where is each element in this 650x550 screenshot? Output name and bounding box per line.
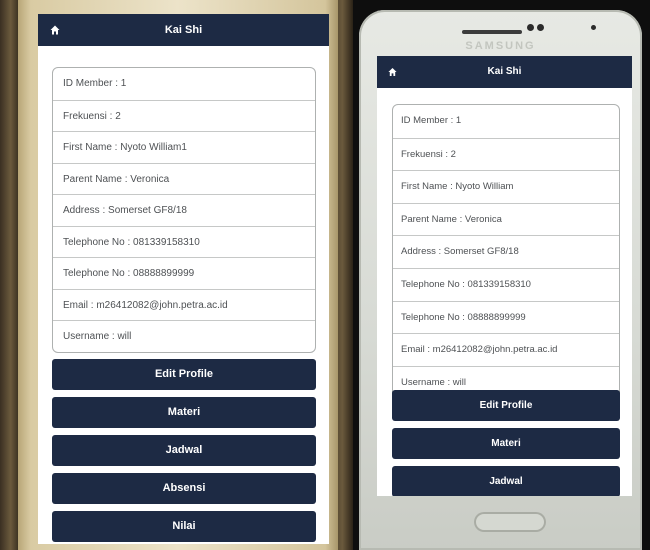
info-address: Address : Somerset GF8/18 [393, 235, 619, 268]
info-telephone-1: Telephone No : 081339158310 [53, 225, 315, 258]
right-phone-screen: Kai Shi ID Member : 1 Frekuensi : 2 Firs… [377, 56, 632, 496]
app-title: Kai Shi [487, 66, 522, 77]
speaker-grille [462, 30, 522, 34]
info-parent-name: Parent Name : Veronica [393, 202, 619, 236]
app-title: Kai Shi [164, 24, 203, 36]
nilai-button[interactable]: Nilai [52, 511, 316, 542]
info-address: Address : Somerset GF8/18 [53, 194, 315, 226]
edit-profile-button[interactable]: Edit Profile [52, 359, 316, 390]
member-info-list: ID Member : 1 Frekuensi : 2 First Name :… [52, 67, 316, 353]
member-info-list: ID Member : 1 Frekuensi : 2 First Name :… [392, 104, 620, 398]
info-frekuensi: Frekuensi : 2 [53, 99, 315, 132]
hardware-home-button[interactable] [474, 512, 546, 532]
info-email: Email : m26412082@john.petra.ac.id [393, 333, 619, 366]
home-icon[interactable] [388, 67, 397, 77]
info-id-member: ID Member : 1 [401, 115, 462, 126]
jadwal-button[interactable]: Jadwal [392, 466, 620, 496]
left-phone-screen: Kai Shi ID Member : 1 Frekuensi : 2 Firs… [38, 14, 329, 544]
info-parent-name: Parent Name : Veronica [53, 162, 315, 195]
home-icon[interactable] [50, 25, 60, 35]
materi-button[interactable]: Materi [52, 397, 316, 428]
brand-logo: SAMSUNG [465, 40, 536, 52]
front-sensor [527, 24, 534, 31]
absensi-button[interactable]: Absensi [52, 473, 316, 504]
info-email: Email : m26412082@john.petra.ac.id [53, 288, 315, 321]
edit-profile-button[interactable]: Edit Profile [392, 390, 620, 421]
info-first-name: First Name : Nyoto William1 [53, 131, 315, 163]
info-username: Username : will [53, 320, 315, 352]
front-sensor [537, 24, 544, 31]
info-telephone-2: Telephone No : 08888899999 [393, 300, 619, 334]
app-header: Kai Shi [38, 14, 329, 46]
info-id-member: ID Member : 1 [63, 78, 127, 89]
info-first-name: First Name : Nyoto William [393, 170, 619, 203]
info-telephone-1: Telephone No : 081339158310 [393, 267, 619, 301]
info-frekuensi: Frekuensi : 2 [393, 137, 619, 171]
info-telephone-2: Telephone No : 08888899999 [53, 257, 315, 289]
front-camera [591, 25, 596, 30]
materi-button[interactable]: Materi [392, 428, 620, 459]
jadwal-button[interactable]: Jadwal [52, 435, 316, 466]
app-header: Kai Shi [377, 56, 632, 88]
